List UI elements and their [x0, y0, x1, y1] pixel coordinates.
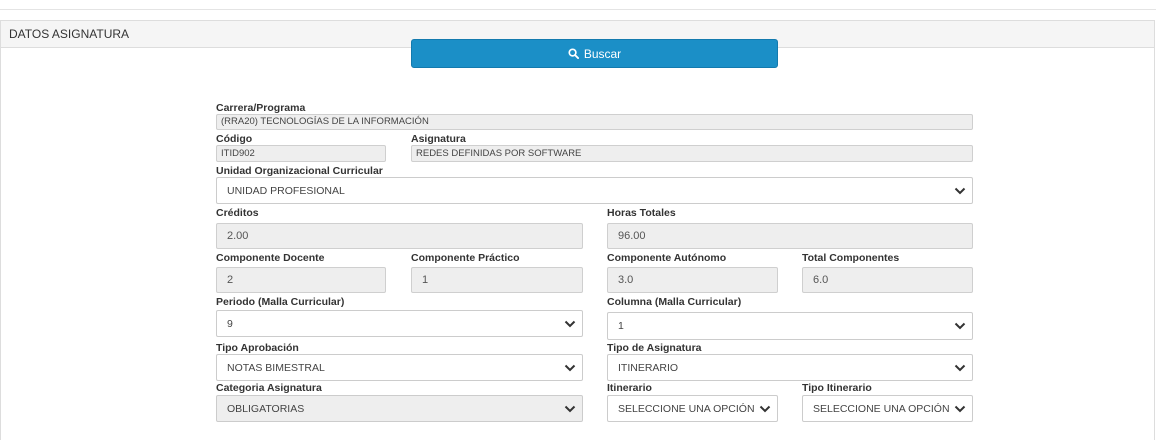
chevron-down-icon: [954, 322, 966, 330]
chevron-down-icon: [564, 364, 576, 371]
chevron-down-icon: [954, 405, 966, 412]
periodo-select[interactable]: 9: [216, 310, 583, 337]
asignatura-label: Asignatura: [411, 133, 466, 145]
horas-totales-label: Horas Totales: [607, 207, 676, 219]
unidad-select-value: UNIDAD PROFESIONAL: [227, 184, 345, 197]
asignatura-field: REDES DEFINIDAS POR SOFTWARE: [411, 145, 973, 162]
search-button[interactable]: Buscar: [411, 39, 778, 68]
periodo-select-value: 9: [227, 317, 233, 330]
codigo-field: ITID902: [216, 145, 386, 162]
periodo-label: Periodo (Malla Curricular): [216, 296, 345, 308]
componente-docente-label: Componente Docente: [216, 252, 325, 264]
categoria-select[interactable]: OBLIGATORIAS: [216, 395, 583, 422]
componente-practico-field: 1: [411, 267, 583, 293]
tipo-asignatura-select-value: ITINERARIO: [618, 361, 679, 374]
componente-practico-label: Componente Práctico: [411, 252, 520, 264]
chevron-down-icon: [759, 405, 771, 412]
tipo-aprobacion-label: Tipo Aprobación: [216, 342, 299, 354]
itinerario-label: Itinerario: [607, 382, 652, 394]
tipo-asignatura-select[interactable]: ITINERARIO: [607, 354, 973, 381]
creditos-field: 2.00: [216, 223, 583, 249]
unidad-label: Unidad Organizacional Curricular: [216, 165, 383, 177]
codigo-label: Código: [216, 133, 253, 145]
tipo-itinerario-select[interactable]: SELECCIONE UNA OPCIÓN: [802, 395, 973, 422]
columna-select[interactable]: 1: [607, 312, 973, 340]
componente-autonomo-field: 3.0: [607, 267, 778, 293]
componente-docente-field: 2: [216, 267, 386, 293]
chevron-down-icon: [564, 320, 576, 327]
chevron-down-icon: [954, 364, 966, 371]
categoria-label: Categoria Asignatura: [216, 382, 322, 394]
total-componentes-label: Total Componentes: [802, 252, 900, 264]
tipo-aprobacion-select-value: NOTAS BIMESTRAL: [227, 361, 325, 374]
itinerario-select-value: SELECCIONE UNA OPCIÓN: [618, 402, 755, 415]
top-divider: [0, 9, 1156, 10]
search-icon: [568, 48, 579, 59]
carrera-field: (RRA20) TECNOLOGÍAS DE LA INFORMACIÓN: [216, 114, 973, 130]
tipo-asignatura-label: Tipo de Asignatura: [607, 342, 702, 354]
tipo-itinerario-label: Tipo Itinerario: [802, 382, 872, 394]
chevron-down-icon: [954, 187, 966, 194]
itinerario-select[interactable]: SELECCIONE UNA OPCIÓN: [607, 395, 778, 422]
search-button-label: Buscar: [583, 46, 622, 61]
horas-totales-field: 96.00: [607, 223, 973, 249]
chevron-down-icon: [564, 405, 576, 412]
tipo-aprobacion-select[interactable]: NOTAS BIMESTRAL: [216, 354, 583, 381]
carrera-label: Carrera/Programa: [216, 102, 306, 114]
componente-autonomo-label: Componente Autónomo: [607, 252, 727, 264]
total-componentes-field: 6.0: [802, 267, 973, 293]
unidad-select[interactable]: UNIDAD PROFESIONAL: [216, 177, 973, 204]
columna-label: Columna (Malla Curricular): [607, 296, 742, 308]
creditos-label: Créditos: [216, 207, 259, 219]
categoria-select-value: OBLIGATORIAS: [227, 402, 305, 415]
columna-select-value: 1: [618, 320, 624, 332]
tipo-itinerario-select-value: SELECCIONE UNA OPCIÓN: [813, 402, 950, 415]
